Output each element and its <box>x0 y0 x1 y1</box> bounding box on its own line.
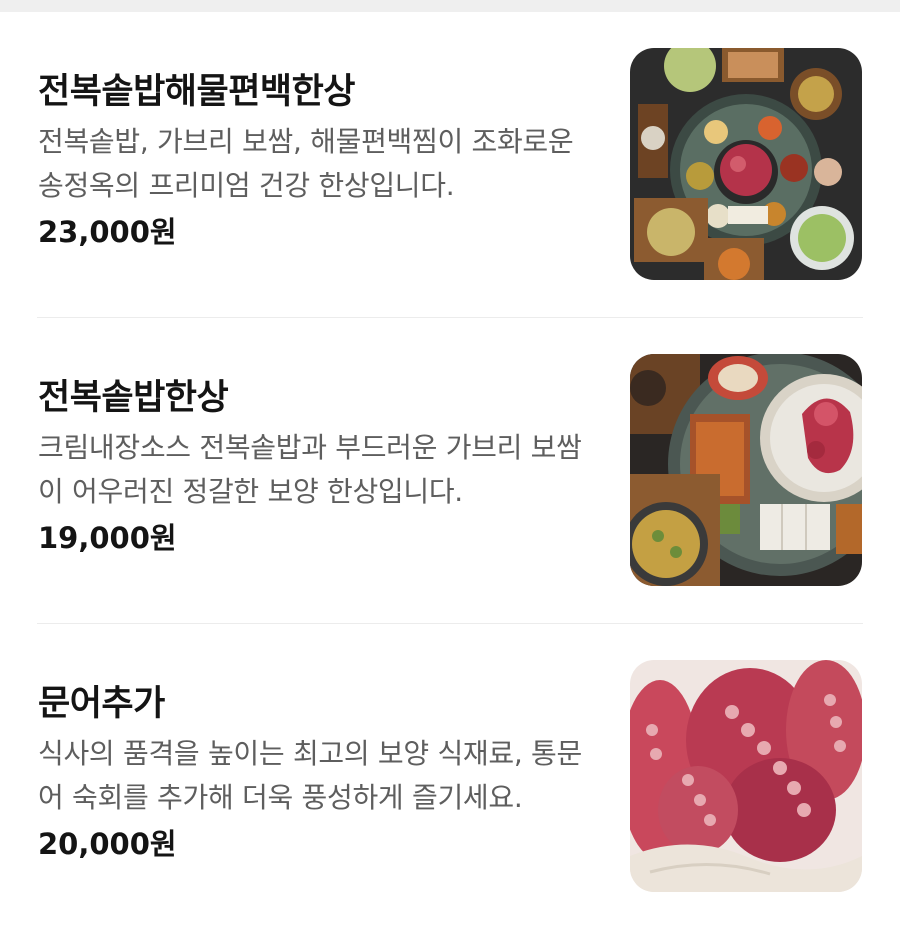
top-edge-bar <box>0 0 900 12</box>
menu-item-price: 20,000원 <box>38 827 177 861</box>
menu-item[interactable]: 전복솥밥해물편백한상 전복솥밥, 가브리 보쌈, 해물편백찜이 조화로운 송정옥… <box>0 12 900 318</box>
menu-item[interactable]: 문어추가 식사의 품격을 높이는 최고의 보양 식재료, 통문어 숙회를 추가해… <box>0 624 900 930</box>
menu-item-name: 전복솥밥한상 <box>38 378 229 418</box>
abalone-rice-table-photo <box>630 354 862 586</box>
menu-item-price: 23,000원 <box>38 215 177 249</box>
menu-item-info: 문어추가 식사의 품격을 높이는 최고의 보양 식재료, 통문어 숙회를 추가해… <box>38 682 598 866</box>
octopus-photo <box>630 660 862 892</box>
menu-item-name: 문어추가 <box>38 684 165 724</box>
menu-item-photo[interactable] <box>630 48 862 280</box>
menu-item-description: 전복솥밥, 가브리 보쌈, 해물편백찜이 조화로운 송정옥의 프리미엄 건강 한… <box>38 125 574 202</box>
menu-item-name: 전복솥밥해물편백한상 <box>38 72 356 112</box>
menu-item[interactable]: 전복솥밥한상 크림내장소스 전복솥밥과 부드러운 가브리 보쌈이 어우러진 정갈… <box>0 318 900 624</box>
menu-item-photo[interactable] <box>630 660 862 892</box>
seafood-table-photo <box>630 48 862 280</box>
menu-item-description: 식사의 품격을 높이는 최고의 보양 식재료, 통문어 숙회를 추가해 더욱 풍… <box>38 737 582 814</box>
menu-item-info: 전복솥밥해물편백한상 전복솥밥, 가브리 보쌈, 해물편백찜이 조화로운 송정옥… <box>38 70 598 254</box>
menu-list: 전복솥밥해물편백한상 전복솥밥, 가브리 보쌈, 해물편백찜이 조화로운 송정옥… <box>0 12 900 930</box>
menu-item-price: 19,000원 <box>38 521 177 555</box>
menu-item-photo[interactable] <box>630 354 862 586</box>
menu-item-description: 크림내장소스 전복솥밥과 부드러운 가브리 보쌈이 어우러진 정갈한 보양 한상… <box>38 431 582 508</box>
menu-item-info: 전복솥밥한상 크림내장소스 전복솥밥과 부드러운 가브리 보쌈이 어우러진 정갈… <box>38 376 598 560</box>
